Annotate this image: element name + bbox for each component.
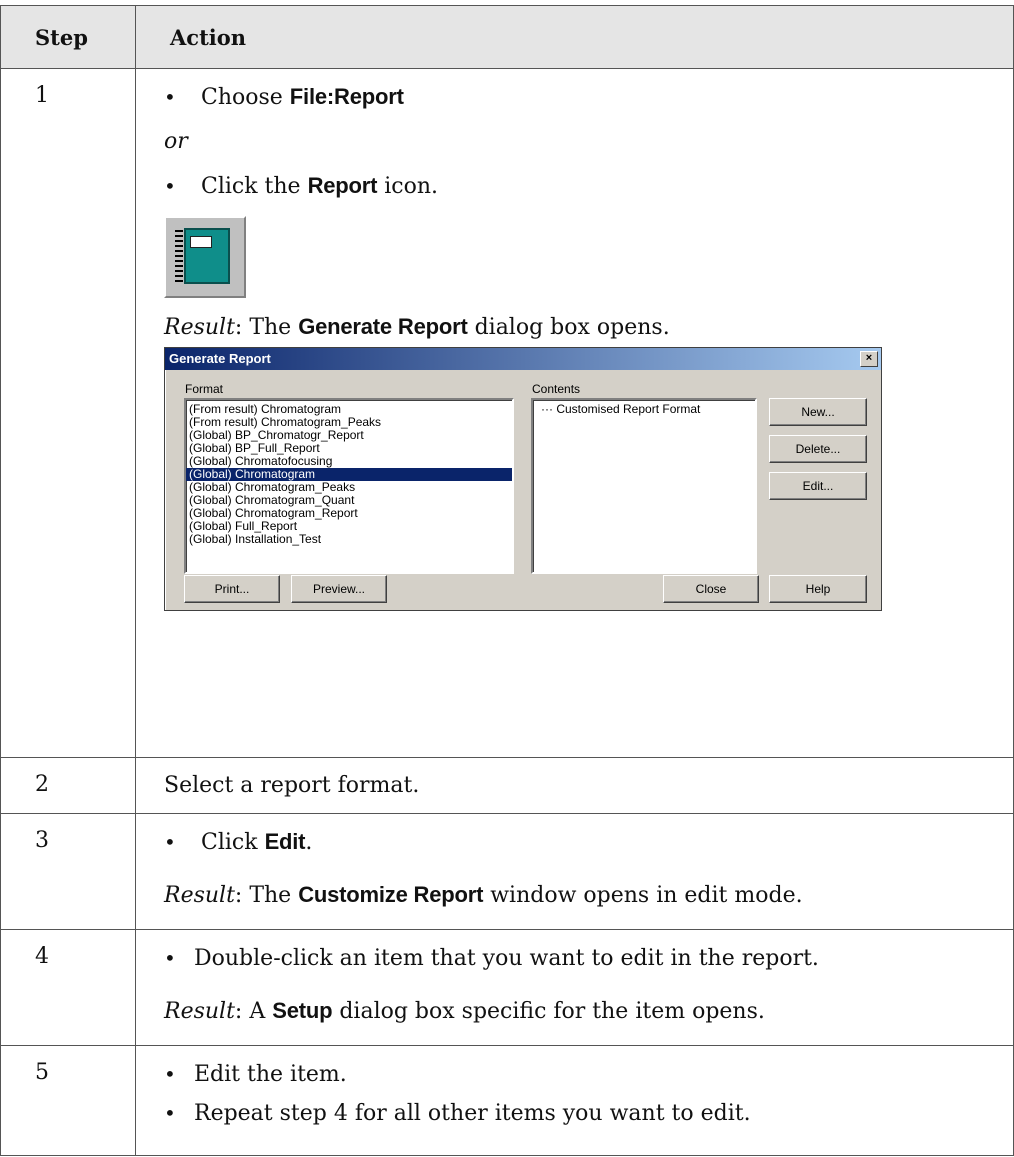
table-row: 4 Double-click an item that you want to … [0, 929, 1014, 1046]
instruction-text: Double-click an item that you want to ed… [164, 943, 1013, 974]
result-label: Result [164, 883, 235, 908]
contents-label: Contents [532, 382, 581, 396]
text: : The [234, 315, 299, 340]
button-name: Edit [264, 829, 306, 854]
text: : The [234, 883, 299, 908]
dialog-titlebar: Generate Report × [165, 348, 881, 370]
dialog-title: Generate Report [169, 351, 271, 366]
step-number: 2 [0, 757, 136, 814]
instruction-line: Click Edit. [164, 827, 1013, 858]
menu-command: File:Report [289, 84, 404, 109]
table-row: 3 Click Edit. Result: The Customize Repo… [0, 813, 1014, 930]
result-line: Result: The Customize Report window open… [164, 880, 1013, 911]
step-number: 3 [0, 813, 136, 930]
dialog-name: Setup [272, 998, 333, 1023]
step-number: 4 [0, 929, 136, 1046]
help-button[interactable]: Help [769, 575, 867, 603]
icon-name: Report [307, 173, 378, 198]
window-name: Customize Report [298, 882, 484, 907]
generate-report-dialog: Generate Report × Format Contents (From … [164, 347, 882, 611]
result-line: Result: The Generate Report dialog box o… [164, 312, 1013, 343]
close-button[interactable]: Close [663, 575, 759, 603]
new-button[interactable]: New... [769, 398, 867, 426]
instruction-line: Choose File:Report [164, 82, 1013, 113]
format-label: Format [185, 382, 224, 396]
action-cell: Click Edit. Result: The Customize Report… [135, 813, 1014, 930]
text: dialog box opens. [467, 315, 670, 340]
action-cell: Choose File:Report or Click the Report i… [135, 68, 1014, 758]
table-row: 1 Choose File:Report or Click the Report… [0, 68, 1014, 758]
instruction-line: Click the Report icon. [164, 171, 1013, 202]
instruction-text: Repeat step 4 for all other items you wa… [164, 1098, 1013, 1129]
dialog-name: Generate Report [298, 314, 468, 339]
result-line: Result: A Setup dialog box specific for … [164, 996, 1013, 1027]
or-text: or [164, 129, 188, 154]
format-listbox[interactable]: (From result) Chromatogram (From result) … [184, 398, 514, 574]
action-cell: Double-click an item that you want to ed… [135, 929, 1014, 1046]
text: : A [234, 999, 273, 1024]
instruction-text: Select a report format. [164, 773, 420, 798]
text: Click [201, 830, 265, 855]
close-icon[interactable]: × [860, 351, 878, 367]
text: window opens in edit mode. [483, 883, 803, 908]
step-number: 5 [0, 1045, 136, 1156]
delete-button[interactable]: Delete... [769, 435, 867, 463]
text: Click the [201, 174, 308, 199]
list-item[interactable]: (Global) Installation_Test [186, 533, 512, 546]
table-row: 2 Select a report format. [0, 757, 1014, 814]
table-row: 5 Edit the item. Repeat step 4 for all o… [0, 1045, 1014, 1156]
procedure-table: Step Action 1 Choose File:Report or Clic… [0, 5, 1014, 1156]
text: dialog box specific for the item opens. [332, 999, 765, 1024]
list-item[interactable]: ··· Customised Report Format [533, 403, 755, 416]
text: Choose [201, 85, 290, 110]
book-label [190, 236, 212, 248]
text: . [305, 830, 313, 855]
report-book-icon[interactable] [164, 216, 246, 298]
edit-button[interactable]: Edit... [769, 472, 867, 500]
header-row: Step Action [0, 5, 1014, 69]
action-cell: Select a report format. [135, 757, 1014, 814]
preview-button[interactable]: Preview... [291, 575, 387, 603]
instruction-text: Edit the item. [164, 1059, 1013, 1090]
print-button[interactable]: Print... [184, 575, 280, 603]
action-cell: Edit the item. Repeat step 4 for all oth… [135, 1045, 1014, 1156]
text: icon. [377, 174, 439, 199]
step-number: 1 [0, 68, 136, 758]
result-label: Result [164, 315, 235, 340]
contents-listbox[interactable]: ··· Customised Report Format [531, 398, 757, 574]
step-header: Step [0, 5, 136, 69]
action-header: Action [135, 5, 1014, 69]
spiral-binding [175, 230, 183, 284]
result-label: Result [164, 999, 235, 1024]
